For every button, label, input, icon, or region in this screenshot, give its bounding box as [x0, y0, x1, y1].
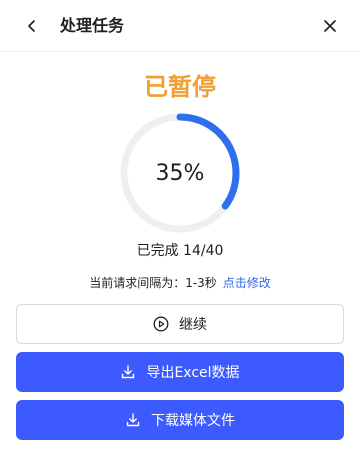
request-interval-text: 当前请求间隔为：1-3秒: [89, 276, 217, 290]
download-media-button[interactable]: 下载媒体文件: [16, 400, 344, 440]
request-interval: 当前请求间隔为：1-3秒 点击修改: [0, 273, 360, 293]
task-status-label: 已暂停: [144, 73, 216, 101]
download-media-label: 下载媒体文件: [151, 413, 235, 429]
play-circle-icon: [153, 316, 169, 332]
dialog-header: 处理任务: [0, 0, 360, 52]
continue-button[interactable]: 继续: [16, 304, 344, 344]
download-icon: [120, 364, 136, 380]
close-button[interactable]: [318, 14, 342, 38]
edit-interval-link[interactable]: 点击修改: [223, 276, 271, 290]
export-excel-label: 导出Excel数据: [146, 365, 240, 381]
dialog-title: 处理任务: [60, 16, 125, 35]
chevron-left-icon: [28, 20, 35, 32]
back-button[interactable]: [20, 14, 44, 38]
download-icon: [125, 412, 141, 428]
continue-label: 继续: [179, 317, 207, 333]
progress-count: 已完成 14/40: [136, 243, 224, 259]
close-icon: [324, 20, 336, 32]
export-excel-button[interactable]: 导出Excel数据: [16, 352, 344, 392]
progress-percent: 35%: [155, 160, 205, 186]
